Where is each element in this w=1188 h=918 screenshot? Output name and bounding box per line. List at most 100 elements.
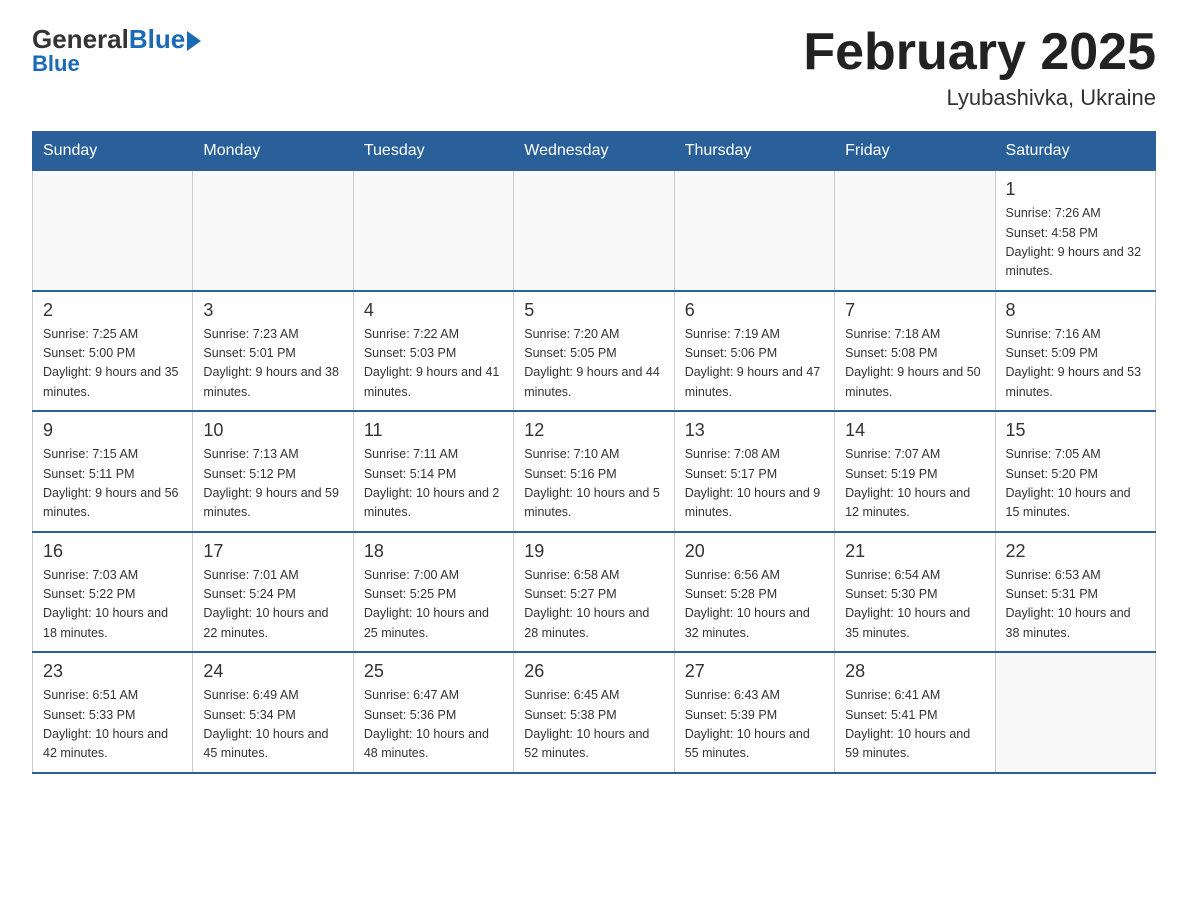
day-number: 3 — [203, 300, 342, 321]
calendar-cell: 2 Sunrise: 7:25 AM Sunset: 5:00 PM Daylig… — [33, 291, 193, 412]
weekday-header: Saturday — [995, 132, 1155, 171]
weekday-header: Thursday — [674, 132, 834, 171]
calendar-cell — [514, 171, 674, 291]
day-number: 14 — [845, 420, 984, 441]
day-info: Sunrise: 6:47 AM Sunset: 5:36 PM Dayligh… — [364, 686, 503, 764]
day-info: Sunrise: 6:56 AM Sunset: 5:28 PM Dayligh… — [685, 566, 824, 644]
calendar-cell: 7 Sunrise: 7:18 AM Sunset: 5:08 PM Daylig… — [835, 291, 995, 412]
calendar-cell: 3 Sunrise: 7:23 AM Sunset: 5:01 PM Daylig… — [193, 291, 353, 412]
day-number: 21 — [845, 541, 984, 562]
day-number: 20 — [685, 541, 824, 562]
day-number: 6 — [685, 300, 824, 321]
logo: General Blue Blue — [32, 24, 201, 77]
day-number: 22 — [1006, 541, 1145, 562]
day-info: Sunrise: 7:16 AM Sunset: 5:09 PM Dayligh… — [1006, 325, 1145, 403]
calendar-cell: 6Sunrise: 7:19 AM Sunset: 5:06 PM Daylig… — [674, 291, 834, 412]
day-number: 17 — [203, 541, 342, 562]
calendar-cell — [835, 171, 995, 291]
calendar-cell: 20 Sunrise: 6:56 AM Sunset: 5:28 PM Dayli… — [674, 532, 834, 653]
weekday-header: Wednesday — [514, 132, 674, 171]
day-number: 27 — [685, 661, 824, 682]
day-number: 16 — [43, 541, 182, 562]
day-info: Sunrise: 7:15 AM Sunset: 5:11 PM Dayligh… — [43, 445, 182, 523]
calendar-cell: 16 Sunrise: 7:03 AM Sunset: 5:22 PM Dayli… — [33, 532, 193, 653]
calendar-cell: 21 Sunrise: 6:54 AM Sunset: 5:30 PM Dayli… — [835, 532, 995, 653]
day-number: 24 — [203, 661, 342, 682]
day-info: Sunrise: 6:49 AM Sunset: 5:34 PM Dayligh… — [203, 686, 342, 764]
calendar-cell: 12 Sunrise: 7:10 AM Sunset: 5:16 PM Dayli… — [514, 411, 674, 532]
day-info: Sunrise: 7:07 AM Sunset: 5:19 PM Dayligh… — [845, 445, 984, 523]
calendar-cell: 11 Sunrise: 7:11 AM Sunset: 5:14 PM Dayli… — [353, 411, 513, 532]
calendar-cell — [193, 171, 353, 291]
day-number: 1 — [1006, 179, 1145, 200]
day-info: Sunrise: 7:11 AM Sunset: 5:14 PM Dayligh… — [364, 445, 503, 523]
logo-subtitle: Blue — [32, 51, 80, 77]
calendar-cell: 27 Sunrise: 6:43 AM Sunset: 5:39 PM Dayli… — [674, 652, 834, 773]
day-number: 9 — [43, 420, 182, 441]
calendar-week-row: 9 Sunrise: 7:15 AM Sunset: 5:11 PM Daylig… — [33, 411, 1156, 532]
weekday-header: Monday — [193, 132, 353, 171]
day-info: Sunrise: 6:58 AM Sunset: 5:27 PM Dayligh… — [524, 566, 663, 644]
day-number: 25 — [364, 661, 503, 682]
day-info: Sunrise: 7:26 AM Sunset: 4:58 PM Dayligh… — [1006, 204, 1145, 282]
calendar-cell: 8 Sunrise: 7:16 AM Sunset: 5:09 PM Daylig… — [995, 291, 1155, 412]
day-info: Sunrise: 7:25 AM Sunset: 5:00 PM Dayligh… — [43, 325, 182, 403]
calendar-subtitle: Lyubashivka, Ukraine — [803, 85, 1156, 111]
day-number: 5 — [524, 300, 663, 321]
day-info: Sunrise: 6:54 AM Sunset: 5:30 PM Dayligh… — [845, 566, 984, 644]
day-info: Sunrise: 7:10 AM Sunset: 5:16 PM Dayligh… — [524, 445, 663, 523]
calendar-table: SundayMondayTuesdayWednesdayThursdayFrid… — [32, 131, 1156, 774]
day-info: Sunrise: 7:05 AM Sunset: 5:20 PM Dayligh… — [1006, 445, 1145, 523]
calendar-header-row: SundayMondayTuesdayWednesdayThursdayFrid… — [33, 132, 1156, 171]
calendar-cell: 22 Sunrise: 6:53 AM Sunset: 5:31 PM Dayli… — [995, 532, 1155, 653]
calendar-cell: 1 Sunrise: 7:26 AM Sunset: 4:58 PM Daylig… — [995, 171, 1155, 291]
day-info: Sunrise: 7:01 AM Sunset: 5:24 PM Dayligh… — [203, 566, 342, 644]
day-info: Sunrise: 7:03 AM Sunset: 5:22 PM Dayligh… — [43, 566, 182, 644]
calendar-cell: 13Sunrise: 7:08 AM Sunset: 5:17 PM Dayli… — [674, 411, 834, 532]
calendar-cell: 18 Sunrise: 7:00 AM Sunset: 5:25 PM Dayli… — [353, 532, 513, 653]
day-info: Sunrise: 6:43 AM Sunset: 5:39 PM Dayligh… — [685, 686, 824, 764]
day-info: Sunrise: 7:00 AM Sunset: 5:25 PM Dayligh… — [364, 566, 503, 644]
day-number: 18 — [364, 541, 503, 562]
calendar-week-row: 23Sunrise: 6:51 AM Sunset: 5:33 PM Dayli… — [33, 652, 1156, 773]
day-number: 7 — [845, 300, 984, 321]
day-number: 8 — [1006, 300, 1145, 321]
calendar-week-row: 1 Sunrise: 7:26 AM Sunset: 4:58 PM Daylig… — [33, 171, 1156, 291]
day-number: 19 — [524, 541, 663, 562]
calendar-cell: 23Sunrise: 6:51 AM Sunset: 5:33 PM Dayli… — [33, 652, 193, 773]
day-info: Sunrise: 7:22 AM Sunset: 5:03 PM Dayligh… — [364, 325, 503, 403]
calendar-week-row: 16 Sunrise: 7:03 AM Sunset: 5:22 PM Dayli… — [33, 532, 1156, 653]
day-number: 2 — [43, 300, 182, 321]
day-info: Sunrise: 7:18 AM Sunset: 5:08 PM Dayligh… — [845, 325, 984, 403]
calendar-cell — [33, 171, 193, 291]
day-info: Sunrise: 6:41 AM Sunset: 5:41 PM Dayligh… — [845, 686, 984, 764]
calendar-cell: 4Sunrise: 7:22 AM Sunset: 5:03 PM Daylig… — [353, 291, 513, 412]
day-info: Sunrise: 7:20 AM Sunset: 5:05 PM Dayligh… — [524, 325, 663, 403]
calendar-cell: 24 Sunrise: 6:49 AM Sunset: 5:34 PM Dayli… — [193, 652, 353, 773]
calendar-title: February 2025 — [803, 24, 1156, 81]
calendar-cell: 19 Sunrise: 6:58 AM Sunset: 5:27 PM Dayli… — [514, 532, 674, 653]
day-info: Sunrise: 7:08 AM Sunset: 5:17 PM Dayligh… — [685, 445, 824, 523]
day-number: 28 — [845, 661, 984, 682]
day-info: Sunrise: 6:53 AM Sunset: 5:31 PM Dayligh… — [1006, 566, 1145, 644]
calendar-cell — [995, 652, 1155, 773]
weekday-header: Tuesday — [353, 132, 513, 171]
title-block: February 2025 Lyubashivka, Ukraine — [803, 24, 1156, 111]
day-number: 11 — [364, 420, 503, 441]
calendar-cell: 9 Sunrise: 7:15 AM Sunset: 5:11 PM Daylig… — [33, 411, 193, 532]
day-number: 23 — [43, 661, 182, 682]
calendar-cell: 15 Sunrise: 7:05 AM Sunset: 5:20 PM Dayli… — [995, 411, 1155, 532]
day-info: Sunrise: 6:45 AM Sunset: 5:38 PM Dayligh… — [524, 686, 663, 764]
calendar-week-row: 2 Sunrise: 7:25 AM Sunset: 5:00 PM Daylig… — [33, 291, 1156, 412]
calendar-cell — [674, 171, 834, 291]
day-info: Sunrise: 7:13 AM Sunset: 5:12 PM Dayligh… — [203, 445, 342, 523]
day-number: 15 — [1006, 420, 1145, 441]
day-number: 10 — [203, 420, 342, 441]
calendar-cell: 25 Sunrise: 6:47 AM Sunset: 5:36 PM Dayli… — [353, 652, 513, 773]
weekday-header: Sunday — [33, 132, 193, 171]
day-number: 12 — [524, 420, 663, 441]
calendar-cell: 17 Sunrise: 7:01 AM Sunset: 5:24 PM Dayli… — [193, 532, 353, 653]
calendar-cell: 26Sunrise: 6:45 AM Sunset: 5:38 PM Dayli… — [514, 652, 674, 773]
calendar-cell — [353, 171, 513, 291]
day-info: Sunrise: 7:23 AM Sunset: 5:01 PM Dayligh… — [203, 325, 342, 403]
